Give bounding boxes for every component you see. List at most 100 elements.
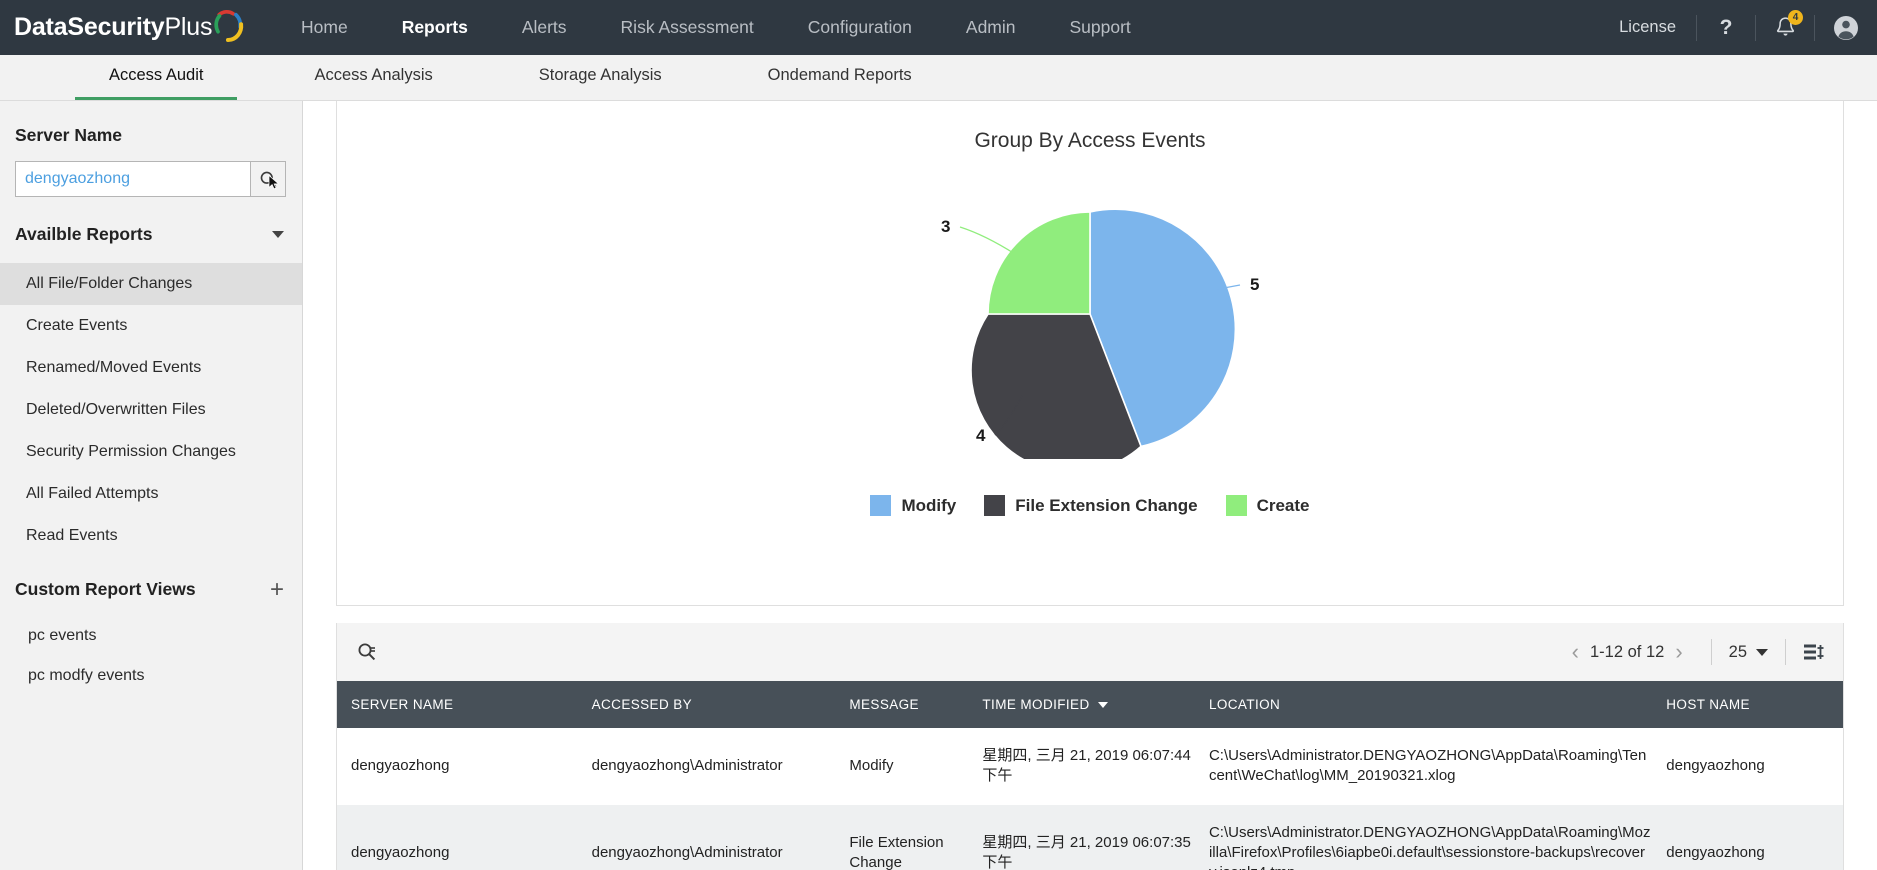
pie-label-modify: 5 xyxy=(1250,275,1259,294)
main-content: Group By Access Events 5 3 4 xyxy=(303,101,1877,870)
legend-swatch-create xyxy=(1226,495,1247,516)
chart-title: Group By Access Events xyxy=(337,101,1843,153)
nav-item-home[interactable]: Home xyxy=(274,0,375,55)
cell-host-name: dengyaozhong xyxy=(1666,728,1843,805)
brand-name-thin: Plus xyxy=(164,13,212,41)
plus-icon[interactable]: + xyxy=(270,583,284,597)
report-item-renamed-moved-events[interactable]: Renamed/Moved Events xyxy=(0,347,302,389)
table-row[interactable]: dengyaozhong dengyaozhong\Administrator … xyxy=(337,728,1843,805)
nav-item-support[interactable]: Support xyxy=(1043,0,1158,55)
notifications-button[interactable]: 4 xyxy=(1756,0,1814,55)
divider xyxy=(1785,639,1786,665)
column-header-server-name[interactable]: SERVER NAME xyxy=(337,681,592,728)
table-search-button[interactable] xyxy=(351,636,383,668)
report-item-read-events[interactable]: Read Events xyxy=(0,515,302,557)
tab-storage-analysis[interactable]: Storage Analysis xyxy=(505,53,696,100)
swoosh-logo-icon xyxy=(214,7,244,45)
custom-view-pc-modfy-events[interactable]: pc modfy events xyxy=(0,656,302,696)
tab-access-analysis[interactable]: Access Analysis xyxy=(280,53,466,100)
cell-accessed-by: dengyaozhong\Administrator xyxy=(592,805,850,870)
column-label: HOST NAME xyxy=(1666,697,1750,712)
search-icon xyxy=(357,642,377,662)
server-name-input[interactable] xyxy=(15,161,250,197)
tab-ondemand-reports[interactable]: Ondemand Reports xyxy=(734,53,946,100)
chevron-left-icon[interactable]: ‹ xyxy=(1561,641,1590,663)
report-item-create-events[interactable]: Create Events xyxy=(0,305,302,347)
column-label: ACCESSED BY xyxy=(592,697,692,712)
pie-label-file-extension-change: 4 xyxy=(976,426,986,445)
column-header-location[interactable]: LOCATION xyxy=(1209,681,1666,728)
nav-item-configuration[interactable]: Configuration xyxy=(781,0,939,55)
table-toolbar: ‹ 1-12 of 12 › 25 xyxy=(337,623,1843,681)
legend-label-create: Create xyxy=(1257,496,1310,516)
cell-server-name: dengyaozhong xyxy=(337,728,592,805)
table-pagination: ‹ 1-12 of 12 › 25 xyxy=(1561,639,1825,665)
page-size-select[interactable]: 25 xyxy=(1729,643,1768,662)
column-label: MESSAGE xyxy=(849,697,919,712)
column-header-accessed-by[interactable]: ACCESSED BY xyxy=(592,681,850,728)
chevron-down-icon xyxy=(1756,649,1768,656)
server-search-button[interactable] xyxy=(250,161,286,197)
main-nav: Home Reports Alerts Risk Assessment Conf… xyxy=(274,0,1158,55)
table-row[interactable]: dengyaozhong dengyaozhong\Administrator … xyxy=(337,805,1843,870)
cell-time-modified: 星期四, 三月 21, 2019 06:07:44 下午 xyxy=(982,728,1209,805)
chevron-right-icon[interactable]: › xyxy=(1664,641,1693,663)
report-item-all-file-folder-changes[interactable]: All File/Folder Changes xyxy=(0,263,302,305)
cell-location: C:\Users\Administrator.DENGYAOZHONG\AppD… xyxy=(1209,805,1666,870)
tab-access-audit[interactable]: Access Audit xyxy=(75,53,237,100)
column-header-message[interactable]: MESSAGE xyxy=(849,681,982,728)
chart-panel: Group By Access Events 5 3 4 xyxy=(336,101,1844,606)
legend-label-file-extension-change: File Extension Change xyxy=(1015,496,1197,516)
report-item-all-failed-attempts[interactable]: All Failed Attempts xyxy=(0,473,302,515)
cell-accessed-by: dengyaozhong\Administrator xyxy=(592,728,850,805)
pie-chart: 5 3 4 xyxy=(337,169,1843,469)
report-item-deleted-overwritten-files[interactable]: Deleted/Overwritten Files xyxy=(0,389,302,431)
license-link[interactable]: License xyxy=(1599,18,1696,37)
pie-slice-create[interactable] xyxy=(988,212,1090,314)
custom-report-views-header: Custom Report Views + xyxy=(0,557,302,600)
available-reports-header[interactable]: Availble Reports xyxy=(0,197,302,245)
nav-item-admin[interactable]: Admin xyxy=(939,0,1043,55)
available-reports-label: Availble Reports xyxy=(15,224,152,245)
legend-item-create[interactable]: Create xyxy=(1226,495,1310,516)
cell-location: C:\Users\Administrator.DENGYAOZHONG\AppD… xyxy=(1209,728,1666,805)
notification-count-badge: 4 xyxy=(1788,10,1803,25)
app-logo-text: DataSecurityPlus xyxy=(14,13,212,42)
column-header-host-name[interactable]: HOST NAME xyxy=(1666,681,1843,728)
nav-item-reports[interactable]: Reports xyxy=(375,0,495,55)
table-header: SERVER NAME ACCESSED BY MESSAGE TIME MOD… xyxy=(337,681,1843,728)
report-item-security-permission-changes[interactable]: Security Permission Changes xyxy=(0,431,302,473)
divider xyxy=(1711,639,1712,665)
question-mark-icon: ? xyxy=(1720,16,1733,40)
legend-label-modify: Modify xyxy=(901,496,956,516)
secondary-nav-tabs: Access Audit Access Analysis Storage Ana… xyxy=(0,55,1877,101)
top-right-actions: License ? 4 xyxy=(1599,0,1877,55)
custom-view-pc-events[interactable]: pc events xyxy=(0,616,302,656)
available-reports-list: All File/Folder Changes Create Events Re… xyxy=(0,263,302,557)
legend-swatch-file-extension-change xyxy=(984,495,1005,516)
help-button[interactable]: ? xyxy=(1697,0,1755,55)
legend-item-modify[interactable]: Modify xyxy=(870,495,956,516)
table-header-row: SERVER NAME ACCESSED BY MESSAGE TIME MOD… xyxy=(337,681,1843,728)
user-avatar-icon xyxy=(1833,15,1859,41)
sidebar: Server Name Availble Reports All File/Fo… xyxy=(0,101,303,870)
pie-leader-create xyxy=(960,227,1015,254)
mouse-cursor-icon xyxy=(268,175,281,190)
nav-item-alerts[interactable]: Alerts xyxy=(495,0,594,55)
account-button[interactable] xyxy=(1815,0,1877,55)
legend-item-file-extension-change[interactable]: File Extension Change xyxy=(984,495,1197,516)
table-body: dengyaozhong dengyaozhong\Administrator … xyxy=(337,728,1843,870)
chevron-down-icon xyxy=(272,231,284,238)
cell-host-name: dengyaozhong xyxy=(1666,805,1843,870)
sort-descending-icon xyxy=(1098,702,1108,708)
column-settings-icon xyxy=(1803,642,1825,662)
app-logo[interactable]: DataSecurityPlus xyxy=(0,10,244,45)
pie-chart-svg: 5 3 4 xyxy=(810,169,1370,459)
column-settings-button[interactable] xyxy=(1803,642,1825,662)
column-header-time-modified[interactable]: TIME MODIFIED xyxy=(982,681,1209,728)
nav-item-risk-assessment[interactable]: Risk Assessment xyxy=(594,0,781,55)
column-label: SERVER NAME xyxy=(351,697,453,712)
column-label: LOCATION xyxy=(1209,697,1280,712)
pagination-range: 1-12 of 12 xyxy=(1590,643,1664,662)
custom-report-views-list: pc events pc modfy events xyxy=(0,616,302,696)
